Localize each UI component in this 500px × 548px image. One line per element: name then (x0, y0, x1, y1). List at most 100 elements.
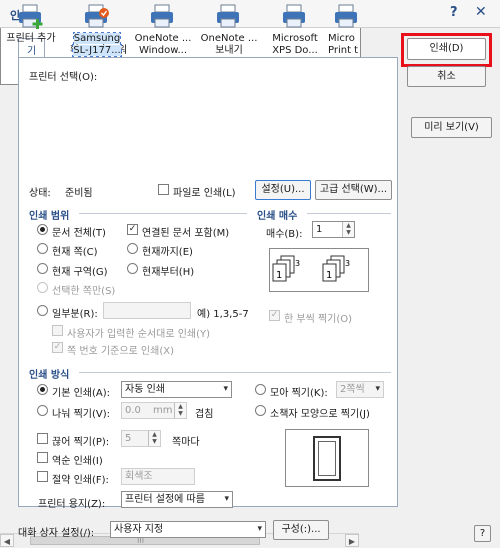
collate-checkbox[interactable]: ✓ (269, 310, 280, 321)
cut-print-value: 5 (125, 433, 132, 444)
printer-label-line2: 보내기 (215, 45, 243, 56)
split-print-input[interactable]: 0.0 mm ▲ ▼ (121, 402, 187, 419)
split-print-value: 0.0 (125, 405, 141, 416)
range-current-page-radio[interactable] (37, 243, 48, 254)
printer-label: OneNote ... Window... (135, 33, 192, 56)
basic-print-select[interactable]: 자동 인쇄 ▾ (121, 381, 232, 398)
nup-print-select[interactable]: 2쪽씩 ▾ (336, 381, 384, 398)
print-range-header: 인쇄 범위 (29, 211, 70, 222)
dialog-settings-select[interactable]: 사용자 지정 ▾ (110, 521, 266, 538)
print-button[interactable]: 인쇄(D) (407, 38, 486, 60)
printer-label: Microsoft XPS Do... (272, 33, 318, 56)
printer-label-line1: OneNote ... (134, 33, 192, 44)
page-number-order-checkbox[interactable]: ✓ (52, 342, 63, 353)
print-method-header: 인쇄 방식 (29, 370, 70, 381)
printer-item-add[interactable]: 프린터 추가 (0, 4, 62, 45)
close-icon[interactable]: ✕ (475, 4, 487, 20)
partial-range-input[interactable] (103, 302, 191, 319)
range-all-label: 문서 전체(T) (52, 228, 106, 239)
chevron-down-icon: ▾ (224, 494, 229, 504)
printer-select-label: 프린터 선택(O): (29, 72, 98, 83)
section-divider (79, 372, 391, 373)
range-partial-label: 일부분(R): (52, 309, 98, 320)
cut-spinner-icon[interactable]: ▲ ▼ (148, 431, 160, 446)
cut-print-checkbox[interactable] (37, 433, 48, 444)
printer-label-line2: XPS Do... (272, 45, 318, 56)
printer-label: Samsung SL-J177... (72, 32, 122, 57)
help-icon[interactable]: ? (450, 5, 458, 20)
printer-icon (151, 4, 173, 28)
user-order-label: 사용자가 입력한 순서대로 인쇄(Y) (67, 329, 211, 340)
printer-item-samsung[interactable]: Samsung SL-J177... (66, 4, 128, 57)
nup-print-value: 2쪽씩 (340, 384, 365, 395)
save-ink-select[interactable]: 회색조 (121, 468, 195, 485)
collate-page-number: 3 (345, 259, 350, 268)
print-to-file-label: 파일로 인쇄(L) (173, 188, 236, 199)
section-divider (307, 213, 391, 214)
advanced-options-button[interactable]: 고급 선택(W)... (315, 180, 392, 200)
include-linked-checkbox[interactable]: ✓ (127, 224, 138, 235)
user-order-checkbox[interactable] (52, 325, 63, 336)
printer-icon (335, 4, 357, 28)
cancel-button[interactable]: 취소 (407, 66, 486, 87)
print-to-file-checkbox[interactable] (158, 184, 169, 195)
printer-item-ms-print[interactable]: Micro Print t (328, 4, 368, 57)
add-printer-icon (19, 4, 43, 29)
status-value: 준비됨 (65, 188, 93, 199)
basic-print-value: 자동 인쇄 (125, 384, 165, 395)
printer-item-onenote-windows[interactable]: OneNote ... Window... (132, 4, 194, 57)
split-print-radio[interactable] (37, 405, 48, 416)
chevron-down-icon: ▾ (223, 384, 228, 394)
split-print-unit: mm (153, 405, 173, 416)
cut-print-suffix: 쪽마다 (172, 437, 200, 448)
printer-icon (283, 4, 305, 28)
collate-page-number: 1 (276, 270, 282, 281)
range-all-radio[interactable] (37, 224, 48, 235)
booklet-radio[interactable] (255, 405, 266, 416)
printer-label-line2: SL-J177... (73, 45, 121, 56)
copies-spinner-icon[interactable]: ▲ ▼ (342, 222, 354, 237)
chevron-down-icon: ▾ (257, 524, 262, 534)
page-preview (285, 429, 369, 487)
paper-value: 프린터 설정에 따름 (125, 494, 205, 505)
printer-item-onenote-send[interactable]: OneNote ... 보내기 (198, 4, 260, 57)
printer-label-line1: Microsoft (272, 33, 318, 44)
save-ink-value: 회색조 (125, 471, 153, 482)
page-number-order-label: 쪽 번호 기준으로 인쇄(X) (67, 346, 174, 357)
status-label: 상태: (29, 188, 51, 199)
booklet-label: 소책자 모양으로 찍기(J) (270, 409, 370, 420)
nup-print-label: 모아 찍기(K): (270, 388, 328, 399)
copies-input[interactable]: 1 ▲ ▼ (312, 221, 355, 238)
reverse-print-checkbox[interactable] (37, 452, 48, 463)
cut-print-input[interactable]: 5 ▲ ▼ (121, 430, 161, 447)
settings-button[interactable]: 설정(U)... (255, 180, 311, 200)
save-ink-checkbox[interactable] (37, 471, 48, 482)
printer-label-line1: Micro (328, 33, 355, 44)
paper-select[interactable]: 프린터 설정에 따름 ▾ (121, 491, 233, 508)
basic-print-label: 기본 인쇄(A): (52, 388, 110, 399)
range-selected-page-radio[interactable] (37, 282, 48, 293)
range-from-current-label: 현재부터(H) (142, 267, 195, 278)
collate-label: 한 부씩 찍기(O) (284, 314, 353, 325)
range-partial-radio[interactable] (37, 305, 48, 316)
range-from-current-radio[interactable] (127, 263, 138, 274)
basic-print-radio[interactable] (37, 384, 48, 395)
printer-label: OneNote ... 보내기 (201, 33, 258, 56)
range-current-section-radio[interactable] (37, 263, 48, 274)
printer-label-line1: Samsung (73, 33, 121, 44)
copies-label: 매수(B): (266, 229, 303, 240)
help-button[interactable]: ? (474, 525, 491, 542)
section-divider (79, 213, 247, 214)
printer-label: 프린터 추가 (6, 33, 56, 44)
nup-print-radio[interactable] (255, 384, 266, 395)
range-to-current-label: 현재까지(E) (142, 247, 193, 258)
preview-button[interactable]: 미리 보기(V) (411, 117, 492, 138)
printer-item-xps[interactable]: Microsoft XPS Do... (264, 4, 326, 57)
include-linked-label: 연결된 문서 포함(M) (142, 228, 230, 239)
config-button[interactable]: 구성(:)... (273, 520, 329, 540)
printer-label-line1: OneNote ... (200, 33, 258, 44)
split-spinner-icon[interactable]: ▲ ▼ (174, 403, 186, 418)
range-to-current-radio[interactable] (127, 243, 138, 254)
copies-value: 1 (316, 224, 323, 235)
range-current-section-label: 현재 구역(G) (52, 267, 108, 278)
